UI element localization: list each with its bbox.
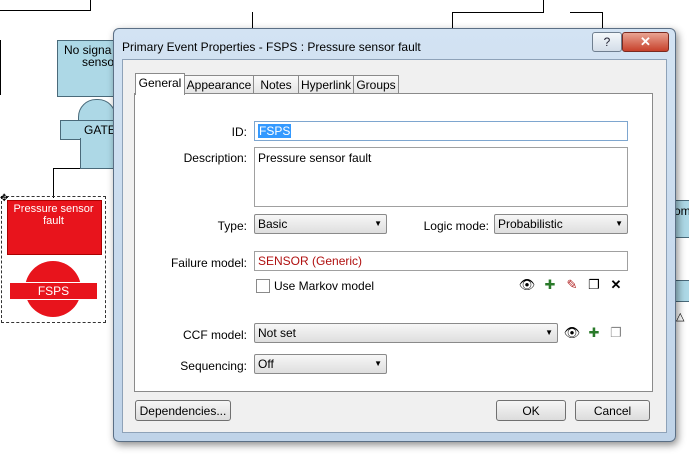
tab-groups[interactable]: Groups xyxy=(353,75,399,94)
description-label: Description: xyxy=(183,151,247,165)
copy-ccf-icon[interactable]: ❐ xyxy=(607,324,625,342)
event-id-label: FSPS xyxy=(10,282,97,300)
tab-hyperlink[interactable]: Hyperlink xyxy=(298,75,354,94)
connector-line xyxy=(0,40,1,95)
chevron-down-icon: ▼ xyxy=(374,219,382,228)
connector-line xyxy=(252,12,253,28)
tab-general[interactable]: General xyxy=(135,73,185,95)
id-input[interactable]: FSPS xyxy=(254,121,628,141)
sequencing-dropdown[interactable]: Off ▼ xyxy=(254,354,387,374)
right-node-2[interactable] xyxy=(674,280,689,302)
dialog-title: Primary Event Properties - FSPS : Pressu… xyxy=(122,40,421,54)
connector-line xyxy=(570,12,603,13)
no-signal-text-2: senso xyxy=(82,55,115,69)
id-label: ID: xyxy=(231,125,247,139)
title-bar[interactable]: Primary Event Properties - FSPS : Pressu… xyxy=(114,29,675,59)
connector-line xyxy=(452,12,453,28)
ccf-model-dropdown-value: Not set xyxy=(258,326,297,340)
copy-model-icon[interactable]: ❐ xyxy=(585,276,603,294)
description-textarea[interactable]: Pressure sensor fault xyxy=(254,147,628,207)
chevron-down-icon: ▼ xyxy=(615,219,623,228)
use-markov-checkbox[interactable] xyxy=(256,279,270,293)
type-dropdown-value: Basic xyxy=(258,217,288,231)
tab-notes[interactable]: Notes xyxy=(253,75,299,94)
failure-model-label: Failure model: xyxy=(170,256,247,270)
connector-line xyxy=(90,0,91,10)
help-button[interactable]: ? xyxy=(592,32,622,52)
dependencies-button[interactable]: Dependencies... xyxy=(135,400,231,421)
edit-model-icon[interactable]: ✎ xyxy=(563,276,581,294)
new-model-icon[interactable]: ✚ xyxy=(541,276,559,294)
chevron-down-icon: ▼ xyxy=(545,328,553,337)
ccf-model-dropdown[interactable]: Not set ▼ xyxy=(254,323,558,343)
failure-model-field[interactable]: SENSOR (Generic) xyxy=(254,251,628,271)
delete-icon[interactable]: ✕ xyxy=(607,276,625,294)
ok-button[interactable]: OK xyxy=(496,400,566,421)
sequencing-dropdown-value: Off xyxy=(258,357,274,371)
use-markov-label: Use Markov model xyxy=(274,279,375,293)
right-node-text: om xyxy=(674,204,689,218)
gate-body xyxy=(80,138,115,169)
event-title: Pressure sensor fault xyxy=(13,203,94,227)
cancel-button[interactable]: Cancel xyxy=(575,400,650,421)
logic-mode-dropdown[interactable]: Probabilistic ▼ xyxy=(494,214,628,234)
tab-appearance[interactable]: Appearance xyxy=(184,75,254,94)
connector-line xyxy=(543,0,544,13)
ccf-model-label: CCF model: xyxy=(182,328,247,342)
chevron-down-icon: ▼ xyxy=(374,359,382,368)
new-ccf-icon[interactable]: ✚ xyxy=(585,324,603,342)
connector-line xyxy=(452,12,544,13)
general-tab-panel: ID: FSPS Description: Pressure sensor fa… xyxy=(134,93,653,392)
type-dropdown[interactable]: Basic ▼ xyxy=(254,214,387,234)
primary-event-properties-dialog: Primary Event Properties - FSPS : Pressu… xyxy=(113,28,676,442)
logic-mode-label: Logic mode: xyxy=(423,219,489,233)
type-label: Type: xyxy=(217,219,247,233)
binoculars-icon[interactable]: 👁 xyxy=(563,324,581,342)
logic-mode-dropdown-value: Probabilistic xyxy=(498,217,563,231)
sequencing-label: Sequencing: xyxy=(180,359,247,373)
connector-line xyxy=(0,10,91,11)
gate-label: GATE xyxy=(84,123,116,137)
warning-icon: △ xyxy=(676,311,685,323)
connector-line xyxy=(53,168,54,198)
binoculars-icon[interactable]: 👁 xyxy=(518,276,536,294)
id-input-value: FSPS xyxy=(258,124,292,138)
close-button[interactable]: ✕ xyxy=(622,32,669,52)
